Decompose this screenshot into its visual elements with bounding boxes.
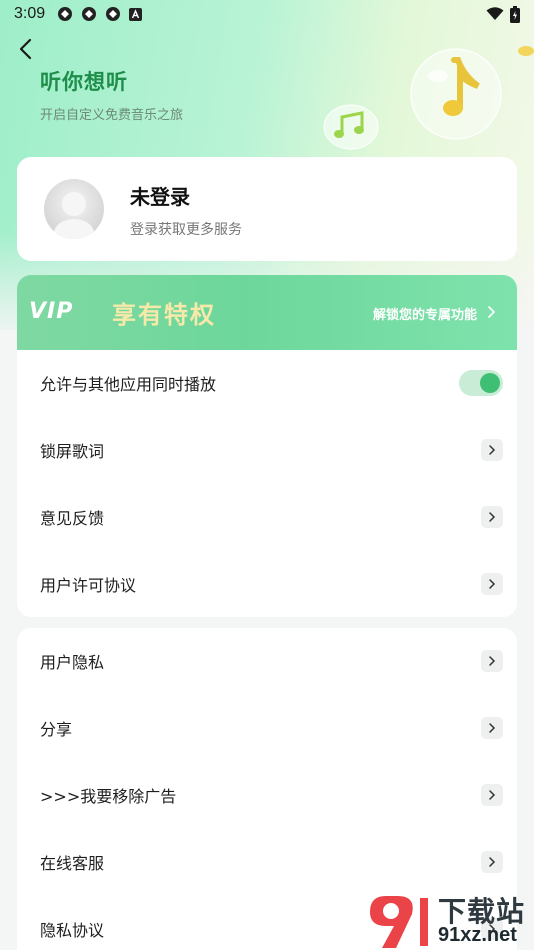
vip-banner[interactable]: VIP 享有特权 解锁您的专属功能 (17, 275, 517, 351)
toggle-knob (480, 373, 500, 393)
user-subtitle: 登录获取更多服务 (130, 222, 242, 238)
setting-label: 用户许可协议 (40, 576, 137, 595)
chevron-right-icon[interactable] (481, 573, 503, 595)
music-note-icon (323, 104, 379, 150)
setting-row-lockscreen-lyrics[interactable]: 锁屏歌词 (17, 417, 517, 483)
chevron-right-icon[interactable] (481, 717, 503, 739)
setting-label: 分享 (40, 720, 73, 739)
user-card[interactable]: 未登录 登录获取更多服务 (17, 157, 517, 261)
chevron-right-icon[interactable] (481, 650, 503, 672)
settings-group-1: 允许与其他应用同时播放 锁屏歌词 意见反馈 用户许可协议 (17, 350, 517, 617)
concurrent-playback-toggle[interactable] (459, 370, 503, 396)
setting-label: 在线客服 (40, 854, 105, 873)
setting-label: 用户隐私 (40, 653, 105, 672)
chevron-right-icon[interactable] (481, 506, 503, 528)
user-name[interactable]: 未登录 (130, 181, 190, 210)
app-notification-icon (58, 7, 73, 21)
setting-label: >>>我要移除广告 (40, 787, 177, 806)
decorative-dot (518, 46, 534, 56)
page-subtitle: 开启自定义免费音乐之旅 (40, 108, 184, 123)
status-bar: 3:09 (0, 0, 534, 28)
battery-icon (510, 5, 520, 23)
status-time: 3:09 (14, 5, 46, 22)
setting-row-license[interactable]: 用户许可协议 (17, 551, 517, 617)
vip-unlock-link[interactable]: 解锁您的专属功能 (373, 304, 477, 323)
app-notification-icon (106, 7, 121, 21)
page-title: 听你想听 (40, 70, 128, 94)
setting-label: 允许与其他应用同时播放 (40, 375, 217, 394)
default-avatar-icon (54, 192, 94, 239)
vip-title: 享有特权 (112, 301, 216, 329)
vip-logo: VIP (29, 299, 74, 324)
chevron-right-icon[interactable] (481, 439, 503, 461)
chevron-right-icon[interactable] (485, 304, 497, 320)
chevron-right-icon[interactable] (481, 851, 503, 873)
text-notification-icon (129, 7, 143, 21)
setting-row-customer-service[interactable]: 在线客服 (17, 829, 517, 895)
setting-label: 隐私协议 (40, 921, 105, 940)
setting-row-feedback[interactable]: 意见反馈 (17, 484, 517, 550)
setting-row-user-privacy[interactable]: 用户隐私 (17, 628, 517, 694)
avatar[interactable] (44, 179, 104, 239)
setting-label: 锁屏歌词 (40, 442, 105, 461)
app-notification-icon (82, 7, 97, 21)
setting-row-concurrent-playback[interactable]: 允许与其他应用同时播放 (17, 350, 517, 416)
setting-label: 意见反馈 (40, 509, 105, 528)
setting-row-share[interactable]: 分享 (17, 695, 517, 761)
notification-icons (57, 6, 143, 22)
setting-row-remove-ads[interactable]: >>>我要移除广告 (17, 762, 517, 828)
chevron-right-icon[interactable] (481, 784, 503, 806)
watermark-url: 91xz.net (438, 924, 517, 946)
music-note-icon (410, 48, 502, 140)
back-arrow-icon[interactable] (14, 36, 40, 62)
status-right (486, 5, 520, 23)
wifi-icon (486, 7, 504, 20)
